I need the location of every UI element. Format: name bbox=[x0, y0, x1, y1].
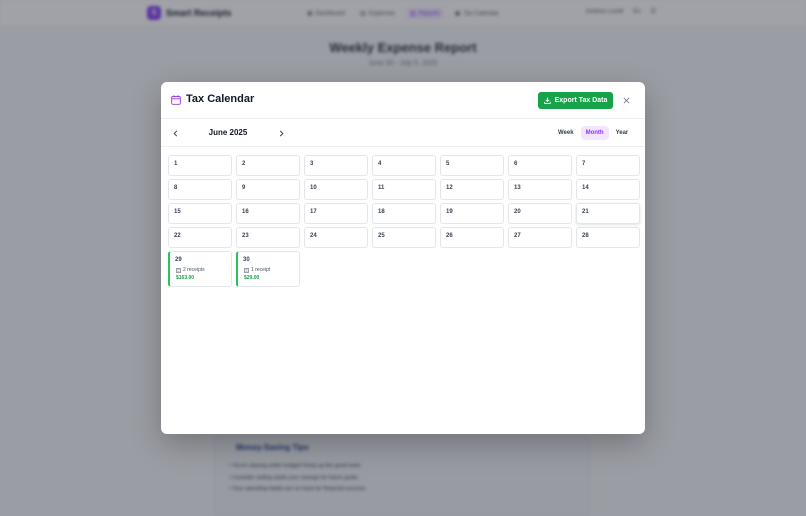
day-number: 5 bbox=[446, 161, 450, 167]
calendar-day[interactable]: 17 bbox=[304, 203, 368, 224]
day-number: 27 bbox=[514, 233, 521, 239]
chevron-left-icon bbox=[173, 130, 177, 136]
day-number: 8 bbox=[174, 185, 178, 191]
receipt-count-label: 1 receipt bbox=[251, 267, 271, 273]
download-icon bbox=[543, 97, 551, 104]
calendar-day[interactable]: 6 bbox=[508, 155, 572, 176]
day-number: 6 bbox=[514, 161, 518, 167]
day-number: 14 bbox=[582, 185, 589, 191]
calendar-day[interactable]: 4 bbox=[372, 155, 436, 176]
calendar-icon bbox=[171, 95, 181, 105]
day-number: 17 bbox=[310, 209, 317, 215]
day-number: 16 bbox=[242, 209, 249, 215]
day-number: 1 bbox=[174, 161, 178, 167]
close-icon bbox=[623, 97, 630, 104]
day-number: 28 bbox=[582, 233, 589, 239]
day-number: 18 bbox=[378, 209, 385, 215]
day-number: 24 bbox=[310, 233, 317, 239]
day-number: 23 bbox=[242, 233, 249, 239]
day-number: 15 bbox=[174, 209, 181, 215]
view-tabs: Week Month Year bbox=[553, 126, 633, 140]
receipt-icon bbox=[244, 267, 249, 273]
day-number: 25 bbox=[378, 233, 385, 239]
calendar-day[interactable]: 27 bbox=[508, 227, 572, 248]
tab-month[interactable]: Month bbox=[580, 126, 609, 140]
day-number: 3 bbox=[310, 161, 314, 167]
day-number: 7 bbox=[582, 161, 586, 167]
calendar-day[interactable]: 18 bbox=[372, 203, 436, 224]
current-month-label: June 2025 bbox=[208, 128, 248, 137]
tab-week[interactable]: Week bbox=[553, 126, 579, 140]
day-number: 21 bbox=[582, 209, 589, 215]
tab-year[interactable]: Year bbox=[611, 126, 634, 140]
day-number: 19 bbox=[446, 209, 453, 215]
receipt-count: 2 receipts bbox=[176, 267, 205, 273]
chevron-right-icon bbox=[279, 130, 283, 136]
day-number: 22 bbox=[174, 233, 181, 239]
calendar-day[interactable]: 1 bbox=[168, 155, 232, 176]
tax-calendar-modal: Tax Calendar Export Tax Data June 2025 W bbox=[161, 82, 645, 434]
export-button-label: Export Tax Data bbox=[554, 97, 608, 104]
calendar-day[interactable]: 21 bbox=[576, 203, 640, 224]
calendar-day[interactable]: 10 bbox=[304, 179, 368, 200]
day-number: 12 bbox=[446, 185, 453, 191]
calendar-day[interactable]: 28 bbox=[576, 227, 640, 248]
modal-header: Tax Calendar Export Tax Data bbox=[161, 82, 645, 119]
day-number: 9 bbox=[242, 185, 246, 191]
calendar-day[interactable]: 7 bbox=[576, 155, 640, 176]
calendar-day[interactable]: 25 bbox=[372, 227, 436, 248]
calendar-day[interactable]: 19 bbox=[440, 203, 504, 224]
export-tax-data-button[interactable]: Export Tax Data bbox=[538, 92, 613, 109]
calendar-day[interactable]: 15 bbox=[168, 203, 232, 224]
day-number: 4 bbox=[378, 161, 382, 167]
close-button[interactable] bbox=[620, 94, 633, 107]
calendar-day[interactable]: 11 bbox=[372, 179, 436, 200]
receipt-count: 1 receipt bbox=[244, 267, 270, 273]
calendar-day[interactable]: 22 bbox=[168, 227, 232, 248]
previous-month-button[interactable] bbox=[170, 128, 180, 138]
calendar-day[interactable]: 23 bbox=[236, 227, 300, 248]
receipt-amount: $163.00 bbox=[176, 275, 195, 281]
day-number: 2 bbox=[242, 161, 246, 167]
day-number: 11 bbox=[378, 185, 385, 191]
day-number: 20 bbox=[514, 209, 521, 215]
calendar-day[interactable]: 9 bbox=[236, 179, 300, 200]
calendar-day[interactable]: 2 bbox=[236, 155, 300, 176]
receipt-count-label: 2 receipts bbox=[183, 267, 205, 273]
calendar-day[interactable]: 14 bbox=[576, 179, 640, 200]
calendar-day[interactable]: 20 bbox=[508, 203, 572, 224]
calendar-day[interactable]: 26 bbox=[440, 227, 504, 248]
next-month-button[interactable] bbox=[276, 128, 286, 138]
receipt-amount: $29.00 bbox=[244, 275, 260, 281]
calendar-day[interactable]: 29 2 receipts $163.00 bbox=[168, 251, 232, 287]
calendar-day[interactable]: 8 bbox=[168, 179, 232, 200]
calendar-day[interactable]: 13 bbox=[508, 179, 572, 200]
modal-title: Tax Calendar bbox=[186, 93, 255, 105]
calendar-day[interactable]: 3 bbox=[304, 155, 368, 176]
day-number: 10 bbox=[310, 185, 317, 191]
receipt-icon bbox=[176, 267, 181, 273]
calendar-day[interactable]: 16 bbox=[236, 203, 300, 224]
calendar-toolbar: June 2025 Week Month Year bbox=[161, 120, 645, 147]
day-number: 29 bbox=[175, 257, 182, 263]
calendar-day[interactable]: 24 bbox=[304, 227, 368, 248]
day-number: 30 bbox=[243, 257, 250, 263]
calendar-day[interactable]: 5 bbox=[440, 155, 504, 176]
day-number: 13 bbox=[514, 185, 521, 191]
calendar-grid: 1 2 3 4 5 6 7 8 9 10 11 12 13 14 15 16 17 18 19 20 21 22 23 24 2… bbox=[168, 155, 640, 287]
day-number: 26 bbox=[446, 233, 453, 239]
calendar-day[interactable]: 30 1 receipt $29.00 bbox=[236, 251, 300, 287]
calendar-day[interactable]: 12 bbox=[440, 179, 504, 200]
